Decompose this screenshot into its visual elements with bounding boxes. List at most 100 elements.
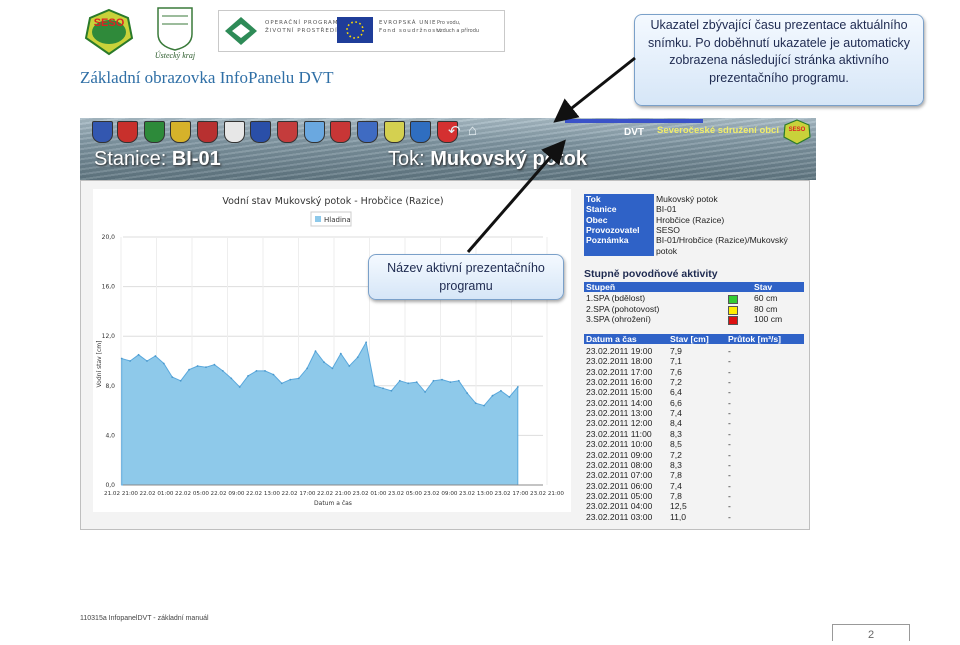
reading-cell-q: -	[728, 439, 731, 450]
data-point	[373, 384, 376, 387]
info-key: Obec	[586, 214, 608, 225]
reading-cell-v: 6,4	[670, 387, 682, 398]
y-tick-label: 12,0	[102, 333, 116, 340]
home-icon[interactable]: ⌂	[468, 122, 477, 139]
data-point	[255, 370, 258, 372]
x-tick-label: 23.02 09:00	[424, 491, 458, 497]
data-point	[297, 377, 300, 380]
seso-logo: SESO	[84, 8, 134, 56]
info-key: Stanice	[586, 204, 617, 215]
reading-cell-t: 23.02.2011 04:00	[586, 501, 653, 512]
crest-icon[interactable]	[304, 121, 325, 143]
op-line2: ŽIVOTNÍ PROSTŘEDÍ	[265, 28, 338, 34]
reading-cell-q: -	[728, 397, 731, 408]
reading-cell-v: 7,8	[670, 490, 682, 501]
reading-cell-t: 23.02.2011 13:00	[586, 408, 653, 419]
data-point	[449, 381, 452, 383]
reading-row: 23.02.2011 03:00 11,0 -	[586, 512, 804, 523]
readings-header: Datum a čas Stav [cm] Průtok [m³/s]	[584, 334, 804, 344]
data-point	[516, 386, 519, 388]
data-point	[424, 391, 426, 393]
crest-icon[interactable]	[330, 121, 351, 143]
data-point	[188, 368, 190, 371]
crest-icon[interactable]	[117, 121, 138, 143]
data-point	[356, 356, 359, 359]
reading-cell-t: 23.02.2011 03:00	[586, 511, 653, 522]
data-point	[238, 386, 241, 388]
data-point	[331, 367, 334, 370]
info-key: Tok	[586, 194, 601, 204]
x-axis-label: Datum a čas	[314, 500, 352, 507]
crest-icon[interactable]	[250, 121, 271, 143]
data-point	[137, 353, 140, 356]
water-level-chart: Vodní stav Mukovský potok - Hrobčice (Ra…	[96, 196, 564, 507]
data-point	[120, 357, 123, 360]
reading-cell-q: -	[728, 356, 731, 367]
data-point	[314, 350, 317, 352]
reading-row: 23.02.2011 19:00 7,9 -	[586, 346, 804, 357]
reading-cell-t: 23.02.2011 16:00	[586, 377, 653, 388]
reading-cell-v: 7,2	[670, 449, 682, 460]
data-point	[491, 394, 494, 397]
reading-cell-q: -	[728, 387, 731, 398]
data-point	[500, 389, 502, 392]
x-tick-label: 22.02 01:00	[140, 491, 174, 497]
data-point	[205, 366, 207, 369]
reading-cell-q: -	[728, 459, 731, 470]
crest-icon[interactable]	[144, 121, 165, 143]
level-stage: 1.SPA (bdělost)	[586, 293, 646, 303]
reading-cell-q: -	[728, 470, 731, 481]
crest-icon[interactable]	[410, 121, 431, 143]
data-point	[407, 382, 410, 385]
data-point	[390, 389, 393, 392]
reading-cell-t: 23.02.2011 11:00	[586, 428, 652, 439]
x-tick-label: 23.02 21:00	[530, 491, 564, 497]
crest-icon[interactable]	[197, 121, 218, 143]
reading-cell-q: -	[728, 490, 731, 501]
y-tick-label: 8,0	[105, 383, 115, 390]
reading-row: 23.02.2011 16:00 7,2 -	[586, 377, 804, 388]
reading-cell-t: 23.02.2011 18:00	[586, 356, 653, 367]
info-key: Poznámka	[586, 235, 629, 246]
legend-swatch	[315, 216, 321, 222]
reading-row: 23.02.2011 11:00 8,3 -	[586, 429, 804, 440]
crest-icon[interactable]	[92, 121, 113, 143]
readings-col-time: Datum a čas	[586, 334, 637, 344]
back-icon[interactable]: ↶	[448, 122, 461, 140]
data-point	[441, 378, 443, 381]
info-value: BI-01	[656, 204, 677, 215]
crest-icon[interactable]	[384, 121, 405, 143]
seso-small-logo: SESO	[783, 119, 811, 145]
footer-text: 110315a InfopanelDVT - základní manuál	[80, 615, 209, 622]
remaining-time-bar	[565, 119, 703, 123]
levels-col-state: Stav	[754, 282, 773, 292]
river-value: Mukovský potok	[430, 148, 587, 170]
crest-icon[interactable]	[170, 121, 191, 143]
x-tick-label: 23.02 01:00	[353, 491, 387, 497]
chart-box: Vodní stav Mukovský potok - Hrobčice (Ra…	[93, 189, 571, 512]
crest-icon[interactable]	[224, 121, 245, 143]
data-point	[171, 376, 174, 378]
info-value: BI-01/Hrobčice (Razice)/Mukovský	[656, 235, 788, 246]
reading-row: 23.02.2011 09:00 7,2 -	[586, 450, 804, 461]
data-point	[508, 396, 511, 398]
data-point	[382, 387, 384, 390]
arrow-to-time-bar	[553, 56, 636, 123]
reading-row: 23.02.2011 07:00 7,8 -	[586, 470, 804, 481]
crest-icon[interactable]	[277, 121, 298, 143]
crest-icon[interactable]	[357, 121, 378, 143]
info-value: Mukovský potok	[656, 194, 718, 204]
level-value: 60 cm	[754, 293, 778, 303]
station-info-table: Tok Mukovský potok Stanice BI-01 Obec Hrobčic…	[584, 194, 806, 258]
reading-cell-t: 23.02.2011 17:00	[586, 366, 653, 377]
op-line1: OPERAČNÍ PROGRAM	[265, 20, 339, 26]
reading-cell-q: -	[728, 346, 731, 356]
river-heading: Tok: Mukovský potok	[388, 148, 587, 171]
x-tick-label: 22.02 21:00	[317, 491, 351, 497]
data-point	[339, 352, 342, 355]
program-name-callout: Název aktivní prezentačního programu	[368, 254, 564, 300]
reading-row: 23.02.2011 05:00 7,8 -	[586, 491, 804, 502]
document-title: Základní obrazovka InfoPanelu DVT	[80, 68, 334, 87]
levels-header: Stupeň Stav	[584, 282, 804, 292]
reading-cell-v: 7,9	[670, 346, 682, 356]
